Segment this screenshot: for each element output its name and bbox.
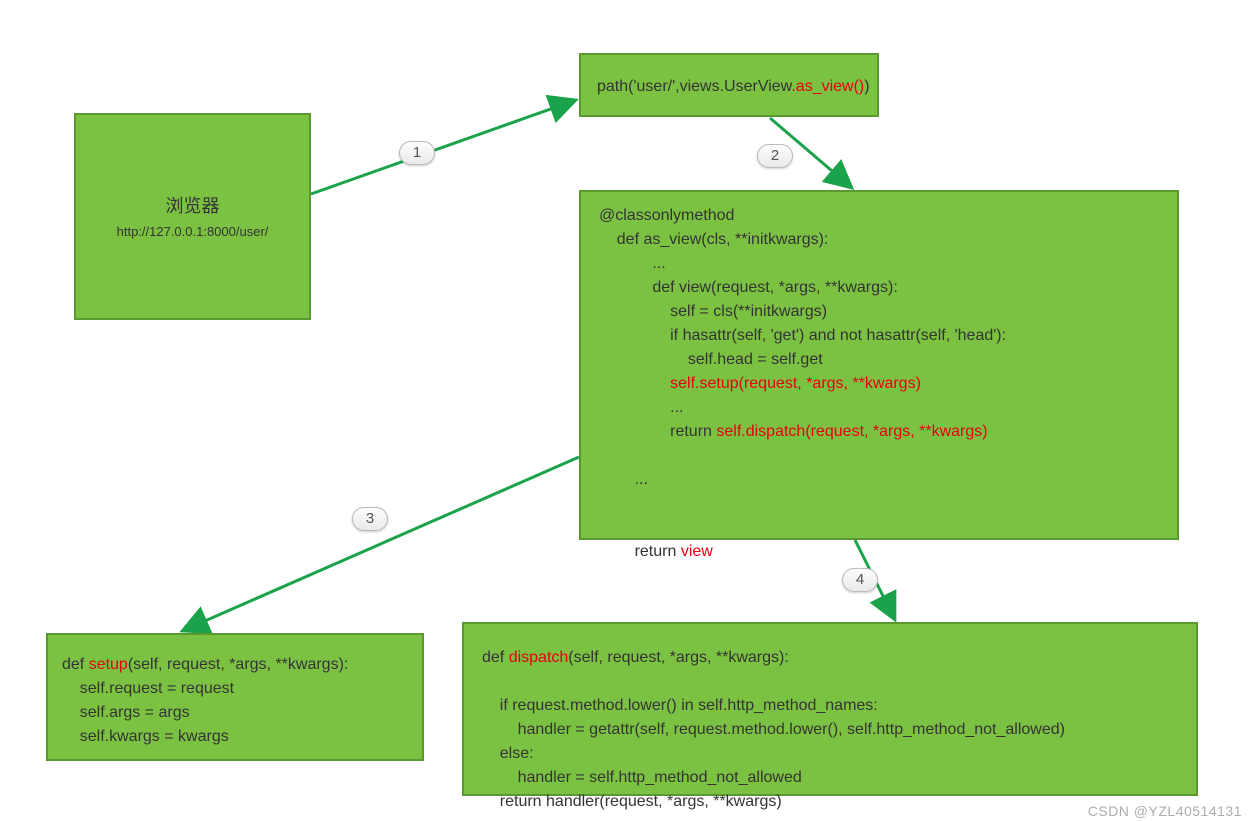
setup-l1c: (self, request, *args, **kwargs): [128, 656, 349, 673]
path-box: path('user/',views.UserView.as_view()) [579, 53, 879, 117]
asview-setup-call: self.setup(request, *args, **kwargs) [670, 375, 921, 392]
asview-l12: ... [599, 471, 648, 488]
asview-dispatch-call: self.dispatch(request, *args, **kwargs) [716, 423, 987, 440]
asview-l3: ... [599, 255, 666, 272]
asview-l1: @classonlymethod [599, 207, 734, 224]
step-badge-1: 1 [399, 141, 435, 165]
dispatch-l1c: (self, request, *args, **kwargs): [568, 649, 789, 666]
asview-l4: def view(request, *args, **kwargs): [599, 279, 898, 296]
asview-l5: self = cls(**initkwargs) [599, 303, 827, 320]
asview-l2: def as_view(cls, **initkwargs): [599, 231, 828, 248]
asview-l7: self.head = self.get [599, 351, 823, 368]
asview-l6: if hasattr(self, 'get') and not hasattr(… [599, 327, 1006, 344]
setup-l2: self.request = request [62, 680, 234, 697]
step-badge-4: 4 [842, 568, 878, 592]
setup-l1a: def [62, 656, 89, 673]
watermark: CSDN @YZL40514131 [1088, 803, 1242, 819]
path-suffix: ) [864, 78, 869, 95]
dispatch-l5: else: [482, 745, 534, 762]
browser-box: 浏览器 http://127.0.0.1:8000/user/ [74, 113, 311, 320]
dispatch-l7: return handler(request, *args, **kwargs) [482, 793, 782, 810]
asview-return-view: view [681, 543, 713, 560]
browser-title: 浏览器 [76, 193, 309, 220]
setup-box: def setup(self, request, *args, **kwargs… [46, 633, 424, 761]
setup-fn-name: setup [89, 656, 128, 673]
dispatch-fn-name: dispatch [509, 649, 569, 666]
asview-box: @classonlymethod def as_view(cls, **init… [579, 190, 1179, 540]
dispatch-l6: handler = self.http_method_not_allowed [482, 769, 802, 786]
asview-l10a: return [599, 423, 716, 440]
path-prefix: path('user/',views.UserView [597, 78, 791, 95]
path-asview-call: .as_view() [791, 78, 864, 95]
asview-l8a [599, 375, 670, 392]
dispatch-box: def dispatch(self, request, *args, **kwa… [462, 622, 1198, 796]
setup-l4: self.kwargs = kwargs [62, 728, 229, 745]
dispatch-l4: handler = getattr(self, request.method.l… [482, 721, 1065, 738]
step-badge-3: 3 [352, 507, 388, 531]
step-badge-2: 2 [757, 144, 793, 168]
asview-l15a: return [599, 543, 681, 560]
dispatch-l3: if request.method.lower() in self.http_m… [482, 697, 878, 714]
dispatch-l1a: def [482, 649, 509, 666]
setup-l3: self.args = args [62, 704, 190, 721]
asview-l9: ... [599, 399, 683, 416]
browser-url: http://127.0.0.1:8000/user/ [76, 222, 309, 242]
